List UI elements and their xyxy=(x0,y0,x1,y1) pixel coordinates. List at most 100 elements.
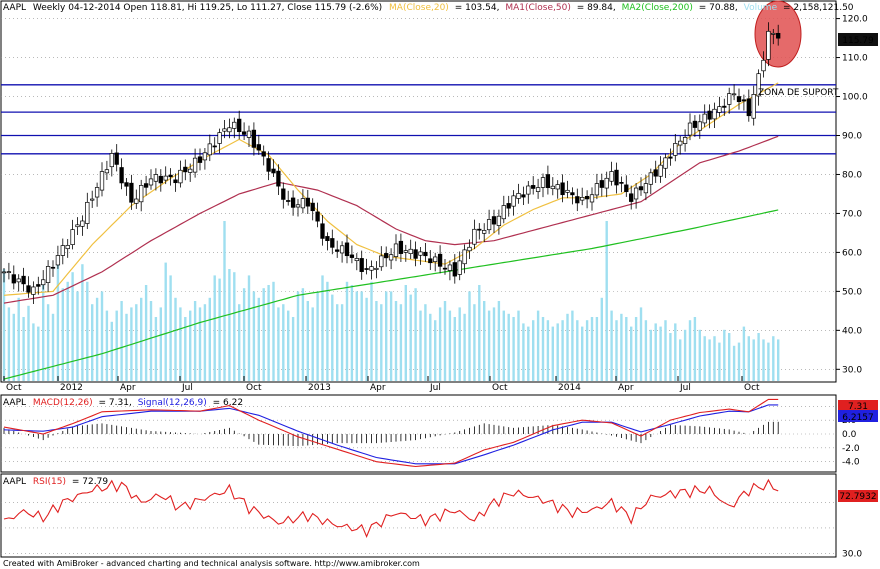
volume-bar xyxy=(311,307,314,381)
volume-bar xyxy=(345,281,349,381)
candle-body xyxy=(447,264,453,271)
volume-bar xyxy=(512,317,515,381)
volume-value: = 2,158,121.50 xyxy=(783,3,854,13)
ma50-value: = 89.84, xyxy=(577,3,616,13)
volume-bar xyxy=(581,326,584,381)
candle-body xyxy=(359,258,364,272)
candle-body xyxy=(403,250,408,253)
candle-body xyxy=(692,120,698,128)
volume-bar xyxy=(718,342,721,381)
macd-tick-label: 0.0 xyxy=(842,430,857,440)
candle-body xyxy=(526,185,531,195)
candle-body xyxy=(114,152,119,165)
candle-body xyxy=(80,220,85,227)
volume-bar xyxy=(502,310,505,381)
volume-bar xyxy=(463,313,466,381)
volume-bar xyxy=(527,326,530,381)
candle-body xyxy=(746,98,751,117)
volume-bar xyxy=(615,320,618,381)
volume-bar xyxy=(571,310,574,381)
candle-body xyxy=(369,266,374,271)
candle-body xyxy=(148,178,154,186)
volume-bar xyxy=(703,336,706,381)
volume-bar xyxy=(385,291,388,381)
candle-body xyxy=(491,216,497,225)
candle-body xyxy=(286,200,291,202)
price-tick-label: 110.0 xyxy=(842,54,868,64)
volume-bar xyxy=(331,294,334,381)
volume-bar xyxy=(193,301,197,381)
price-header-symbol: AAPL xyxy=(3,3,26,13)
candle-body xyxy=(183,166,188,173)
volume-bar xyxy=(576,320,579,381)
candle-body xyxy=(99,171,105,191)
volume-bar xyxy=(115,310,118,381)
candle-body xyxy=(26,285,31,293)
rsi-header-label: RSI(15) xyxy=(33,477,66,487)
volume-bar xyxy=(732,345,736,381)
candle-body xyxy=(736,96,742,103)
volume-bar xyxy=(370,281,373,381)
candle-body xyxy=(70,229,75,245)
candle-body xyxy=(535,187,541,192)
volume-bar xyxy=(595,317,599,381)
candle-body xyxy=(663,157,668,169)
volume-bar xyxy=(154,317,158,381)
volume-bar xyxy=(174,297,177,381)
candle-body xyxy=(442,267,448,270)
volume-bar xyxy=(419,310,422,381)
volume-bar xyxy=(664,320,667,381)
candle-body xyxy=(697,121,702,131)
candle-body xyxy=(496,215,502,226)
volume-bar xyxy=(56,256,60,381)
candle-body xyxy=(614,169,619,186)
ma20-label: MA(Close,20) xyxy=(389,3,449,13)
volume-bar xyxy=(541,317,545,381)
volume-bar xyxy=(429,313,432,381)
volume-bar xyxy=(247,275,251,381)
volume-bar xyxy=(487,310,491,381)
candle-body xyxy=(589,194,595,203)
volume-bar xyxy=(610,310,613,381)
volume-bar xyxy=(517,310,520,381)
candle-body xyxy=(325,236,330,242)
price-tick-label: 60.0 xyxy=(842,248,862,258)
candle-body xyxy=(751,94,756,119)
candle-body xyxy=(109,153,114,168)
volume-bar xyxy=(51,313,55,381)
candle-body xyxy=(722,105,727,108)
volume-bar xyxy=(644,320,648,381)
candle-body xyxy=(158,175,163,184)
volume-bar xyxy=(468,291,471,381)
candle-body xyxy=(31,286,36,295)
candle-body xyxy=(207,143,212,156)
candle-body xyxy=(94,187,100,198)
volume-bar xyxy=(144,285,148,381)
candle-body xyxy=(310,202,315,212)
volume-bar xyxy=(380,304,383,381)
volume-bar xyxy=(262,288,265,381)
candle-body xyxy=(384,253,389,259)
volume-bar xyxy=(42,285,45,381)
candle-body xyxy=(50,266,56,269)
candle-body xyxy=(776,32,781,39)
time-tick-label: 2014 xyxy=(558,383,581,393)
candle-body xyxy=(741,99,747,102)
volume-bar xyxy=(233,272,236,381)
candle-body xyxy=(506,203,511,209)
candle-body xyxy=(545,174,551,189)
candle-body xyxy=(1,271,7,274)
volume-bar xyxy=(326,281,329,381)
volume-bar xyxy=(27,305,30,381)
volume-bar xyxy=(443,301,447,381)
candle-body xyxy=(139,185,144,203)
time-tick-label: Apr xyxy=(618,383,634,393)
volume-bar xyxy=(66,281,69,381)
volume-bar xyxy=(71,272,74,381)
candle-body xyxy=(423,251,428,257)
candle-body xyxy=(134,198,139,204)
volume-bar xyxy=(218,278,221,381)
candle-body xyxy=(276,170,281,187)
candle-body xyxy=(232,121,237,129)
candle-body xyxy=(300,198,306,209)
